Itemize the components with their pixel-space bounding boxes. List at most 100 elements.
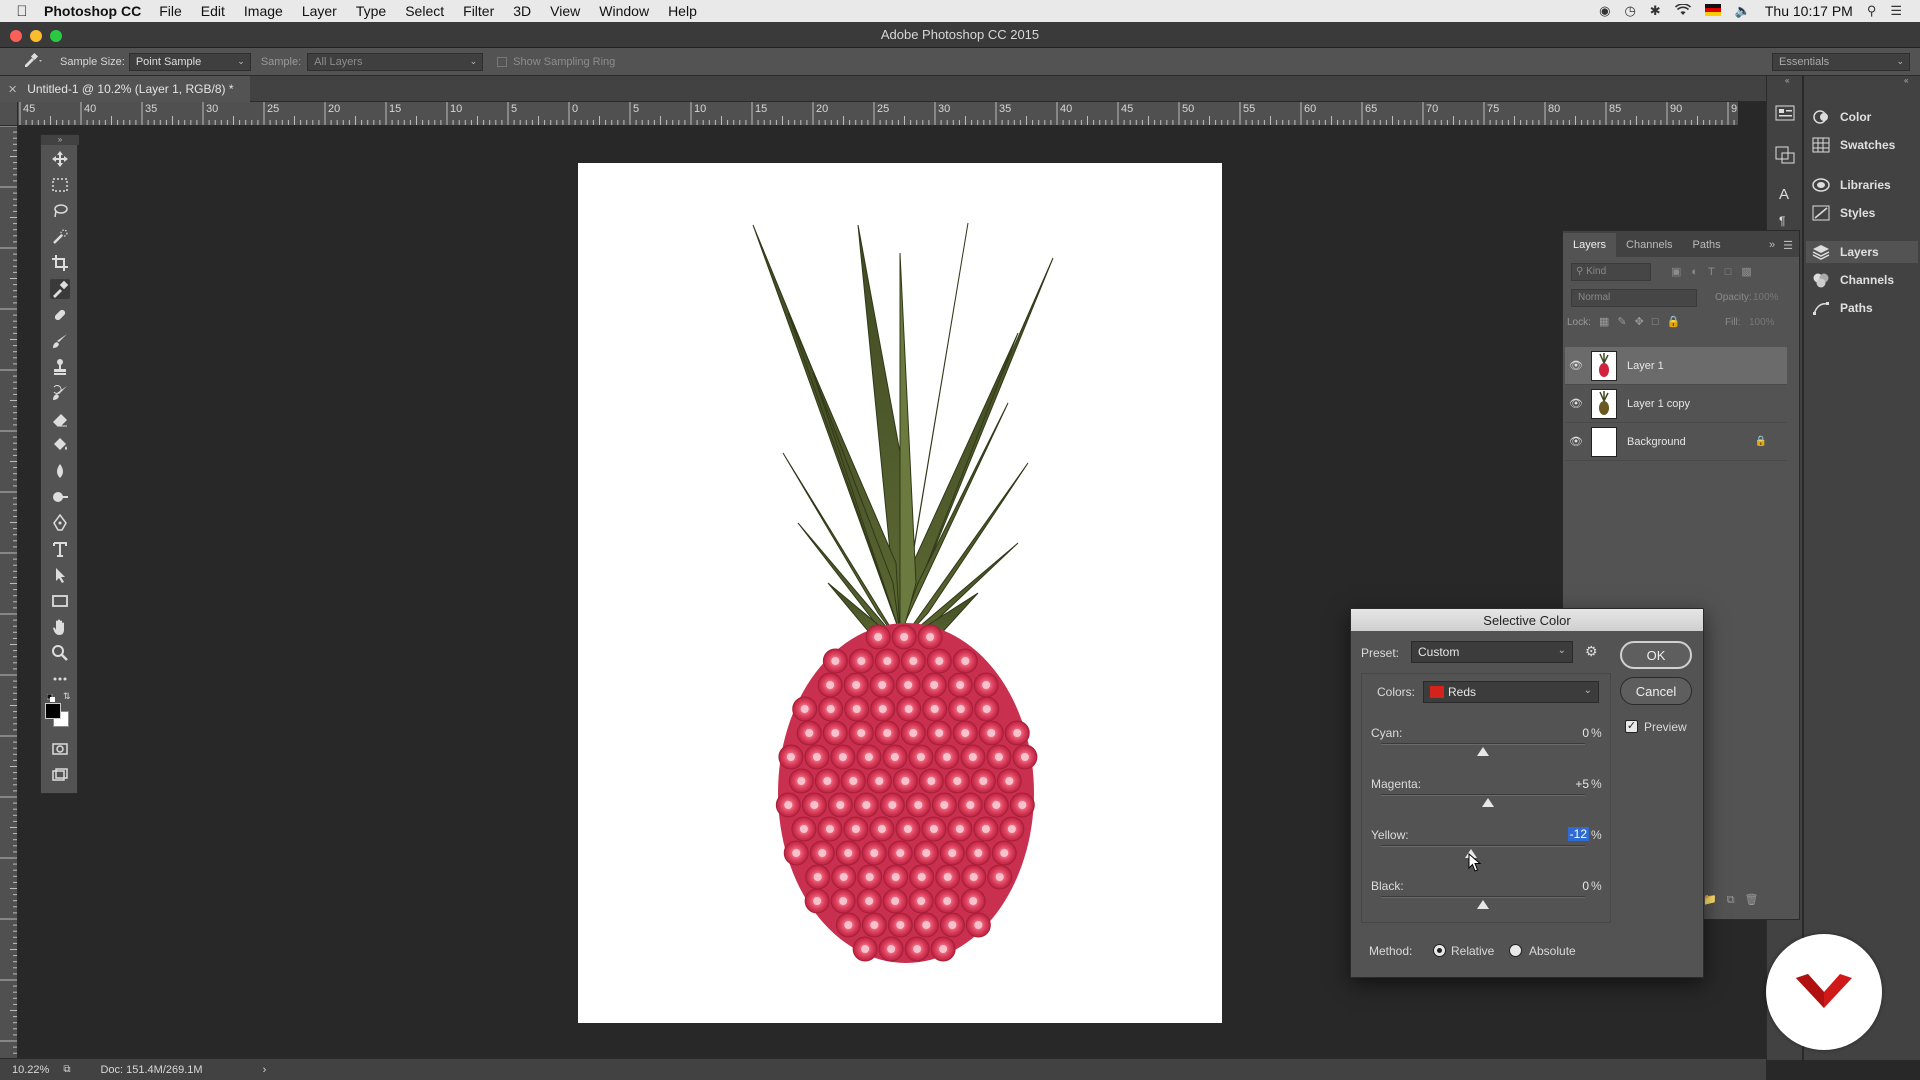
bluetooth-icon[interactable]: ✱ (1650, 3, 1661, 19)
type-tool-icon[interactable] (50, 539, 70, 559)
apple-icon[interactable]:  (0, 3, 44, 20)
eyedropper-preset-icon[interactable] (22, 52, 44, 71)
dock-swatches[interactable]: Swatches (1812, 134, 1895, 156)
blend-mode-select[interactable]: Normal (1571, 289, 1697, 307)
menu-file[interactable]: File (159, 3, 182, 19)
cyan-slider-thumb[interactable] (1477, 747, 1489, 756)
preset-select[interactable]: Custom ⌄ (1411, 641, 1573, 663)
marquee-tool-icon[interactable] (50, 175, 70, 195)
history-brush-tool-icon[interactable] (50, 383, 70, 403)
record-icon[interactable]: ◉ (1599, 3, 1610, 19)
preset-options-gear-icon[interactable]: ⚙ (1585, 643, 1598, 660)
tab-layers[interactable]: Layers (1563, 233, 1617, 257)
dock-paths[interactable]: Paths (1812, 297, 1873, 319)
wifi-icon[interactable] (1674, 2, 1691, 19)
document-tab[interactable]: ✕ Untitled-1 @ 10.2% (Layer 1, RGB/8) * (0, 76, 250, 102)
flag-icon[interactable] (1704, 3, 1721, 19)
menu-edit[interactable]: Edit (201, 3, 225, 19)
magenta-slider-track[interactable] (1381, 794, 1585, 796)
pen-tool-icon[interactable] (50, 513, 70, 533)
preview-checkbox[interactable]: ✓ (1625, 720, 1638, 733)
collapse-dock-icon[interactable]: « (1767, 76, 1803, 86)
foreground-color-swatch[interactable] (45, 703, 61, 719)
yellow-slider-track[interactable] (1381, 845, 1585, 847)
workspace-select[interactable]: Essentials ⌄ (1772, 52, 1910, 71)
export-icon[interactable]: ⧉ (63, 1064, 70, 1075)
lasso-tool-icon[interactable] (50, 201, 70, 221)
dock-layers[interactable]: Layers (1806, 241, 1918, 263)
colors-select[interactable]: Reds ⌄ (1423, 681, 1599, 703)
paint-bucket-tool-icon[interactable] (50, 435, 70, 455)
screen-mode-icon[interactable] (50, 765, 70, 785)
menu-clock[interactable]: Thu 10:17 PM (1765, 3, 1853, 19)
magenta-slider-thumb[interactable] (1482, 798, 1495, 807)
fill-value[interactable]: 100% (1749, 317, 1775, 328)
black-slider-track[interactable] (1381, 896, 1585, 898)
more-tools-icon[interactable] (50, 669, 70, 689)
dock-libraries[interactable]: Libraries (1812, 174, 1891, 196)
layer-row-background[interactable]: 👁 Background 🔒 (1565, 423, 1787, 461)
default-colors-icon[interactable] (46, 691, 55, 702)
character-panel-icon[interactable]: A (1779, 186, 1789, 203)
eyedropper-tool-icon[interactable] (50, 279, 70, 299)
magenta-value-field[interactable]: +5 (1549, 777, 1589, 791)
panel-menu-icon[interactable]: ☰ (1783, 233, 1793, 257)
layer-row-layer-1[interactable]: 👁 Layer 1 (1565, 347, 1787, 385)
visibility-eye-icon[interactable]: 👁 (1565, 435, 1587, 448)
adjustments-panel-icon[interactable] (1775, 146, 1795, 167)
eraser-tool-icon[interactable] (50, 409, 70, 429)
expand-dock-icon[interactable]: « (1904, 76, 1908, 85)
healing-brush-tool-icon[interactable] (50, 305, 70, 325)
notification-center-icon[interactable]: ☰ (1890, 3, 1902, 19)
menu-window[interactable]: Window (599, 3, 649, 19)
relative-radio[interactable] (1433, 944, 1446, 957)
sample-layers-select[interactable]: All Layers ⌄ (307, 52, 484, 71)
black-value-field[interactable]: 0 (1549, 879, 1589, 893)
tab-channels[interactable]: Channels (1616, 233, 1682, 257)
app-menu[interactable]: Photoshop CC (44, 3, 141, 19)
dodge-tool-icon[interactable] (50, 487, 70, 507)
time-machine-icon[interactable]: ◷ (1624, 3, 1635, 19)
status-menu-arrow-icon[interactable]: › (263, 1064, 267, 1076)
vertical-ruler[interactable] (0, 126, 18, 1060)
quick-selection-tool-icon[interactable] (50, 227, 70, 247)
cyan-slider-track[interactable] (1381, 743, 1585, 745)
menu-layer[interactable]: Layer (302, 3, 337, 19)
visibility-eye-icon[interactable]: 👁 (1565, 397, 1587, 410)
swap-colors-icon[interactable]: ⇅ (63, 691, 71, 702)
layer-row-layer-1-copy[interactable]: 👁 Layer 1 copy (1565, 385, 1787, 423)
sampling-ring-checkbox[interactable] (497, 56, 508, 67)
minimize-window-button[interactable] (30, 30, 42, 42)
lock-icons[interactable]: ▦✎✥□🔒 (1599, 315, 1688, 328)
zoom-window-button[interactable] (50, 30, 62, 42)
brush-tool-icon[interactable] (50, 331, 70, 351)
paragraph-panel-icon[interactable]: ¶ (1779, 214, 1785, 228)
menu-image[interactable]: Image (244, 3, 283, 19)
layer-filter-kind-select[interactable]: ⚲ Kind (1571, 263, 1651, 281)
blur-tool-icon[interactable] (50, 461, 70, 481)
hand-tool-icon[interactable] (50, 617, 70, 637)
sample-size-select[interactable]: Point Sample ⌄ (128, 52, 251, 71)
opacity-value[interactable]: 100% (1753, 292, 1779, 303)
tab-paths[interactable]: Paths (1683, 233, 1731, 257)
volume-icon[interactable]: 🔈 (1735, 3, 1751, 19)
toolbar-collapse-icon[interactable]: » (41, 135, 79, 145)
spotlight-search-icon[interactable]: ⚲ (1867, 3, 1877, 19)
zoom-level[interactable]: 10.22% (12, 1064, 49, 1076)
menu-select[interactable]: Select (405, 3, 444, 19)
horizontal-ruler[interactable]: 45 40 35 30 25 20 15 10 5 0 5 10 15 20 25 30 35 40 45 50 55 6… (18, 102, 1738, 126)
quick-mask-icon[interactable] (50, 739, 70, 759)
menu-type[interactable]: Type (356, 3, 386, 19)
layer-filter-icons[interactable]: ▣◐T□▩ (1671, 265, 1762, 278)
yellow-value-field[interactable]: -12 (1549, 827, 1589, 841)
zoom-tool-icon[interactable] (50, 643, 70, 663)
rectangle-tool-icon[interactable] (50, 591, 70, 611)
document-canvas[interactable] (578, 163, 1222, 1023)
properties-panel-icon[interactable] (1775, 104, 1795, 125)
close-window-button[interactable] (10, 30, 22, 42)
menu-3d[interactable]: 3D (513, 3, 531, 19)
dock-channels[interactable]: Channels (1812, 269, 1894, 291)
menu-view[interactable]: View (550, 3, 580, 19)
ruler-origin[interactable] (0, 102, 18, 126)
move-tool-icon[interactable] (50, 149, 70, 169)
